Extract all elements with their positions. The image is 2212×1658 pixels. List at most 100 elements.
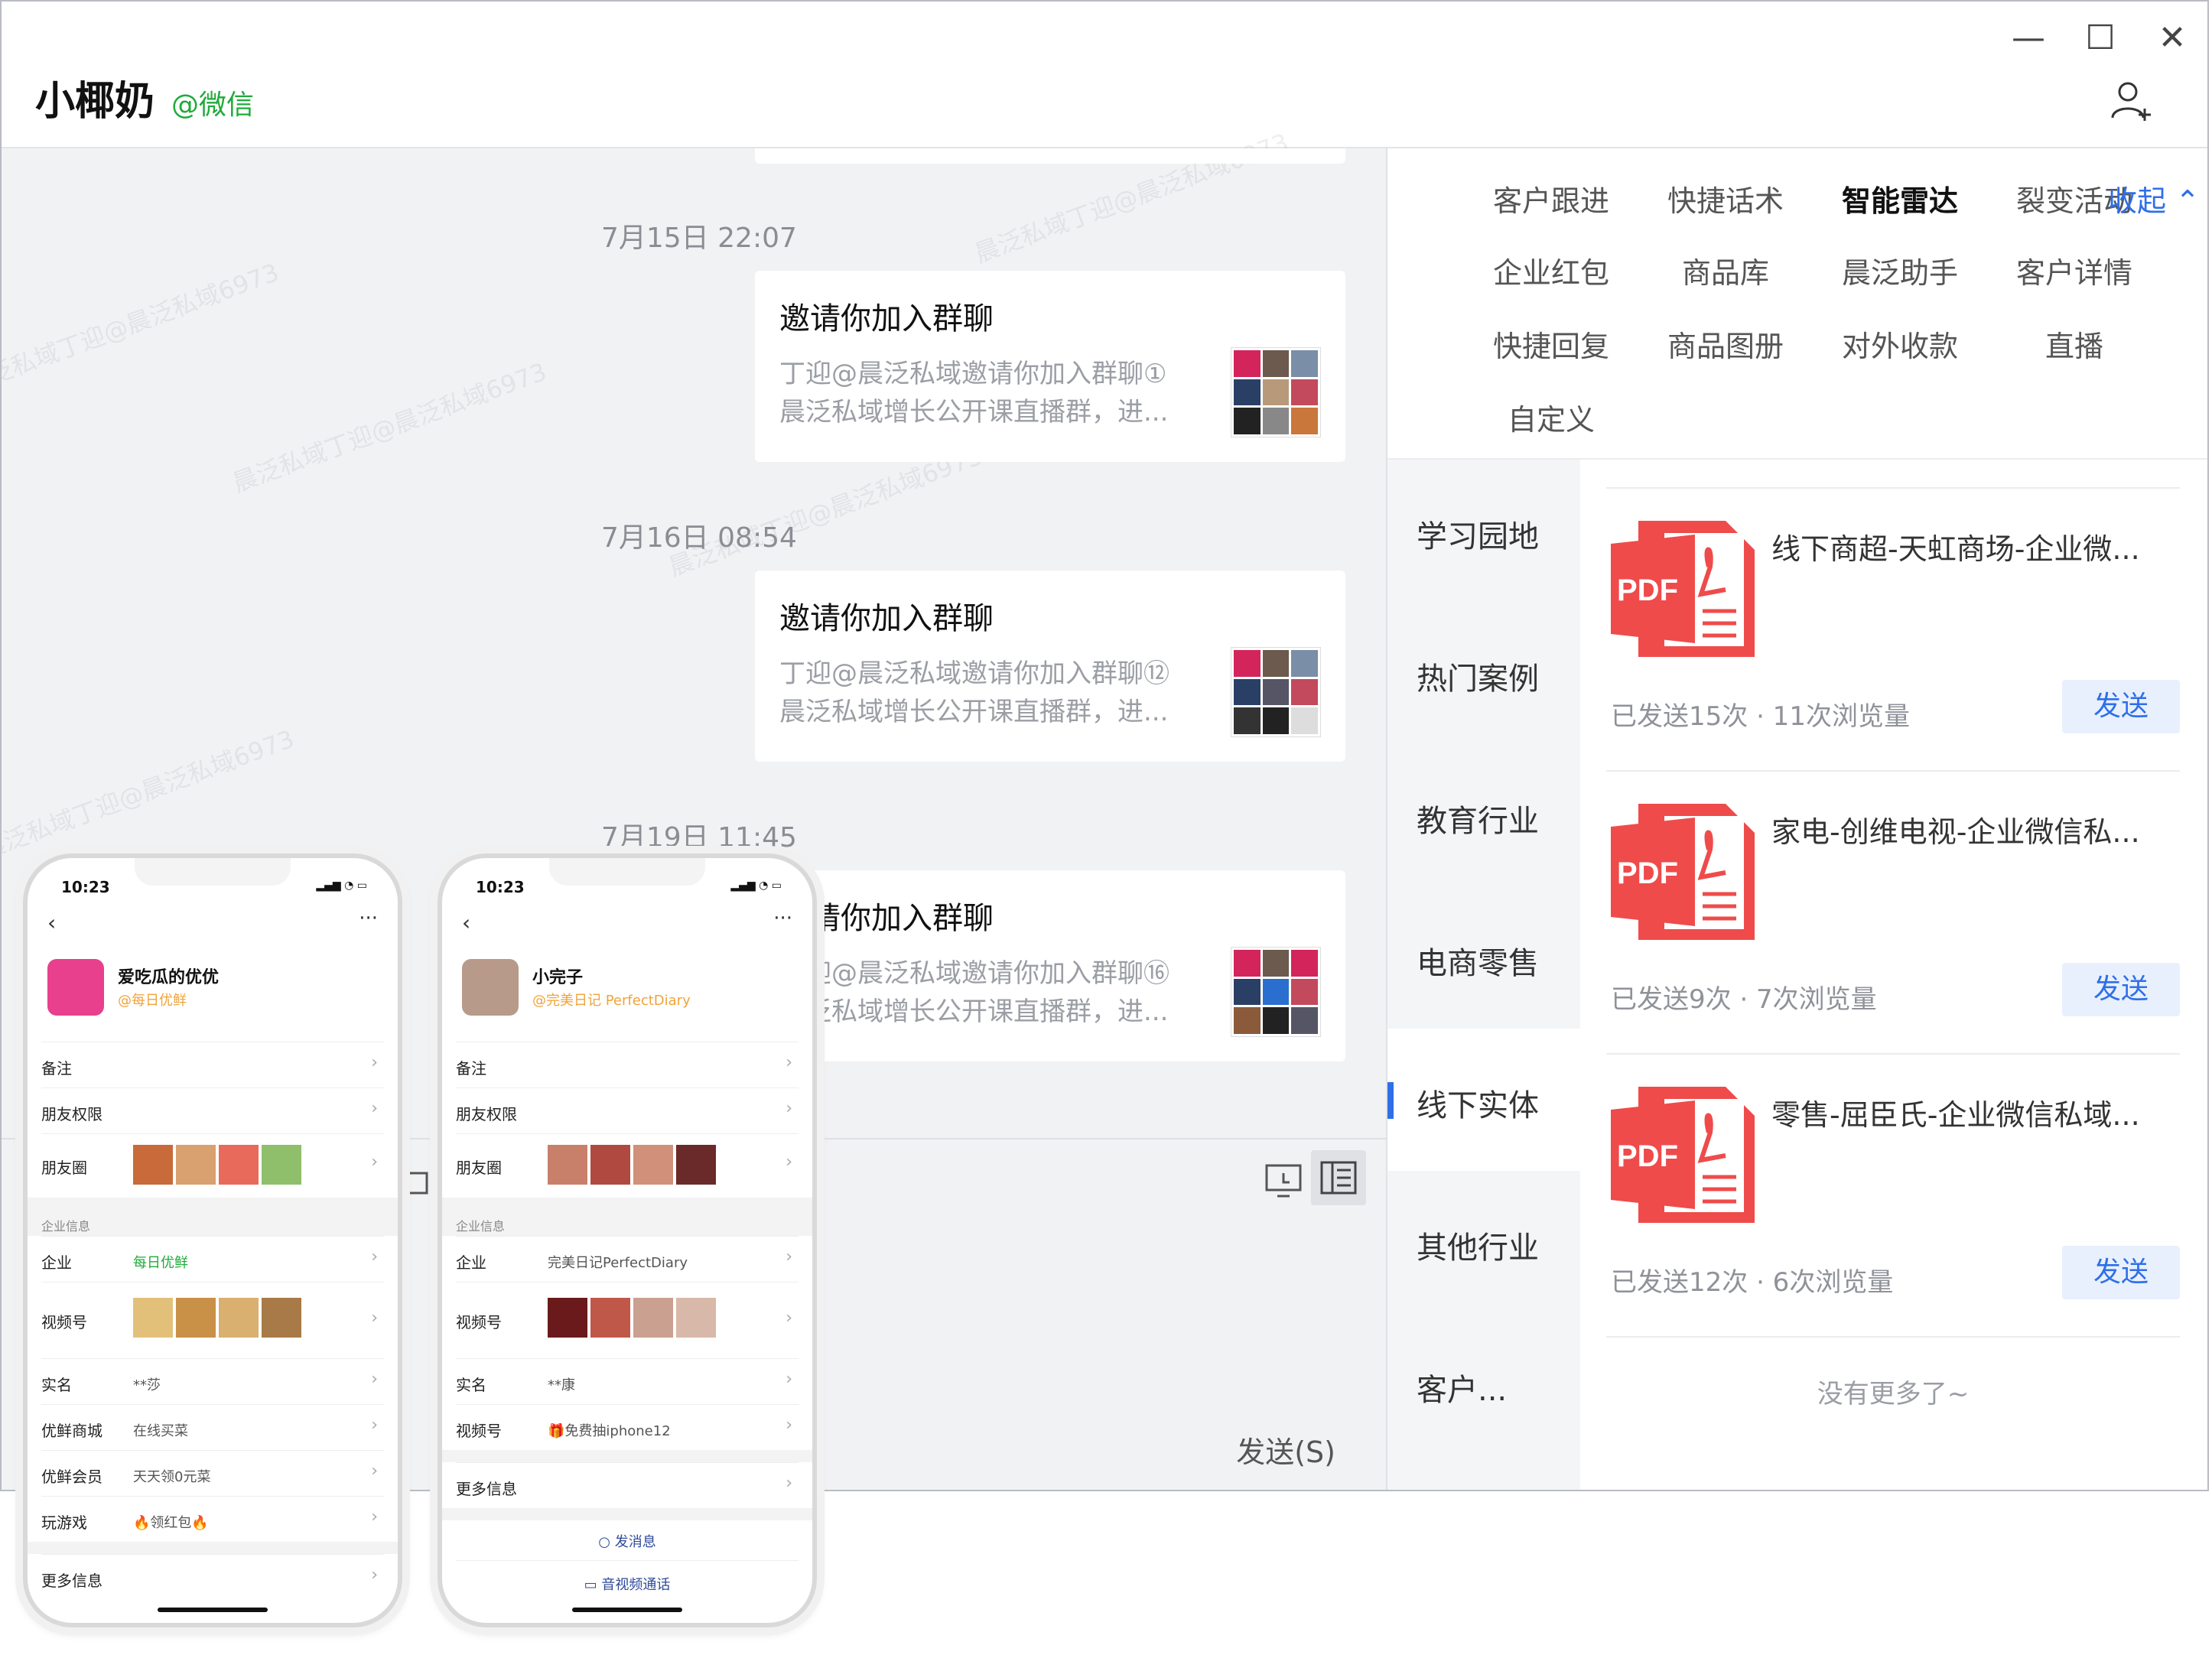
- category-item-active[interactable]: 线下实体: [1387, 1029, 1580, 1171]
- section-gap: [28, 1542, 398, 1554]
- profile-row-channels[interactable]: 视频号 ›: [41, 1282, 384, 1359]
- message-time: 7月16日 08:54: [601, 522, 797, 554]
- profile-row-moments[interactable]: 朋友圈 ›: [456, 1133, 799, 1197]
- tab-live[interactable]: 直播: [1998, 323, 2151, 365]
- send-button[interactable]: 发送(S): [1236, 1429, 1335, 1471]
- document-item[interactable]: PDF 家电-创维电视-企业微信私... 已发送9次 · 7次浏览量 发送: [1606, 770, 2180, 1055]
- video-call-button[interactable]: ▭ 音视频通话: [442, 1574, 812, 1594]
- profile-company: @每日优鲜: [118, 993, 187, 1009]
- profile-row[interactable]: 备注 ›: [456, 1042, 799, 1088]
- profile-row[interactable]: 实名 **莎 ›: [41, 1358, 384, 1405]
- watermark: 晨泛私域丁迎@晨泛私域6973: [0, 257, 283, 398]
- message-card-partial: [755, 148, 1345, 164]
- tab-red-packet[interactable]: 企业红包: [1475, 249, 1628, 291]
- row-label: 备注: [456, 1059, 486, 1078]
- group-invite-card[interactable]: 邀请你加入群聊 丁迎@晨泛私域邀请你加入群聊⑯ 晨泛私域增长公开课直播群，进..…: [755, 870, 1345, 1061]
- profile-row[interactable]: 玩游戏 🔥领红包🔥 ›: [41, 1496, 384, 1543]
- profile-row[interactable]: 朋友权限 ›: [456, 1087, 799, 1134]
- more-info-row[interactable]: 更多信息 ›: [41, 1554, 384, 1601]
- category-item[interactable]: 热门案例: [1387, 602, 1580, 744]
- chevron-right-icon: ›: [786, 1474, 792, 1493]
- row-label: 实名: [456, 1376, 486, 1394]
- home-indicator: [158, 1608, 268, 1612]
- profile-row[interactable]: 备注 ›: [41, 1042, 384, 1088]
- document-item[interactable]: PDF 线下商超-天虹商场-企业微... 已发送15次 · 11次浏览量 发送: [1606, 487, 2180, 772]
- profile-name: 爱吃瓜的优优: [118, 968, 220, 987]
- chevron-right-icon: ›: [371, 1416, 378, 1435]
- category-label: 线下实体: [1417, 1088, 1539, 1123]
- tab-customer-follow-up[interactable]: 客户跟进: [1475, 177, 1628, 219]
- send-message-button[interactable]: ○ 发消息: [442, 1531, 812, 1551]
- send-document-button[interactable]: 发送: [2062, 680, 2180, 733]
- tab-external-payment[interactable]: 对外收款: [1823, 323, 1976, 365]
- back-icon[interactable]: ‹: [462, 910, 470, 935]
- sidebar-icon: [1320, 1161, 1357, 1195]
- send-document-button[interactable]: 发送: [2062, 1246, 2180, 1299]
- channel-thumbnails: [133, 1298, 301, 1338]
- status-icons: ▂▄▆ ◔ ▭: [730, 879, 782, 892]
- row-label: 视频号: [456, 1313, 502, 1331]
- profile-row[interactable]: 优鲜会员 天天领0元菜 ›: [41, 1450, 384, 1497]
- chevron-right-icon: ›: [371, 1507, 378, 1526]
- minimize-icon[interactable]: —: [2005, 15, 2051, 61]
- back-icon[interactable]: ‹: [47, 910, 56, 935]
- list-divider: [1606, 1336, 2180, 1338]
- group-avatar-thumbnail: [1231, 647, 1321, 737]
- profile-row[interactable]: 实名 **康 ›: [456, 1358, 799, 1405]
- profile-row[interactable]: 朋友权限 ›: [41, 1087, 384, 1134]
- chevron-right-icon: ›: [786, 1099, 792, 1118]
- tab-smart-radar[interactable]: 智能雷达: [1823, 177, 1976, 219]
- more-icon[interactable]: ···: [359, 907, 378, 930]
- sidebar-toggle-button[interactable]: [1311, 1150, 1366, 1205]
- tab-quick-reply[interactable]: 快捷回复: [1475, 323, 1628, 365]
- phone-notch: [549, 858, 705, 886]
- add-contact-icon[interactable]: [2108, 78, 2154, 124]
- contact-name: 小椰奶: [35, 79, 155, 125]
- tab-quick-scripts[interactable]: 快捷话术: [1649, 177, 1802, 219]
- chevron-right-icon: ›: [371, 1053, 378, 1072]
- tab-product-album[interactable]: 商品图册: [1649, 323, 1802, 365]
- document-stats: 已发送12次 · 6次浏览量: [1611, 1267, 1894, 1298]
- row-label: 玩游戏: [41, 1513, 87, 1532]
- tab-product-library[interactable]: 商品库: [1649, 249, 1802, 291]
- divider: [456, 1560, 799, 1561]
- profile-row-channels[interactable]: 视频号 ›: [456, 1282, 799, 1359]
- close-icon[interactable]: ✕: [2149, 15, 2195, 61]
- category-item[interactable]: 教育行业: [1387, 744, 1580, 886]
- row-value: **莎: [133, 1377, 161, 1393]
- group-avatar-thumbnail: [1231, 947, 1321, 1037]
- profile-row[interactable]: 企业 完美日记PerfectDiary ›: [456, 1236, 799, 1283]
- pdf-icon: PDF: [1611, 1087, 1755, 1223]
- row-value: **康: [548, 1377, 575, 1393]
- tab-assistant[interactable]: 晨泛助手: [1823, 249, 1976, 291]
- document-item[interactable]: PDF 零售-屈臣氏-企业微信私域... 已发送12次 · 6次浏览量 发送: [1606, 1053, 2180, 1338]
- assistant-panel: 客户跟进 快捷话术 智能雷达 裂变活动 收起 ⌃ 企业红包 商品库 晨泛助手 客…: [1386, 148, 2207, 1490]
- category-item[interactable]: 学习园地: [1387, 460, 1580, 602]
- card-title: 邀请你加入群聊: [779, 301, 994, 336]
- maximize-icon[interactable]: ☐: [2077, 15, 2123, 61]
- group-invite-card[interactable]: 邀请你加入群聊 丁迎@晨泛私域邀请你加入群聊① 晨泛私域增长公开课直播群，进..…: [755, 271, 1345, 462]
- pdf-icon: PDF: [1611, 521, 1755, 657]
- chevron-right-icon: ›: [371, 1565, 378, 1585]
- category-item[interactable]: 客户...: [1387, 1313, 1580, 1455]
- screen-share-icon[interactable]: [1264, 1161, 1303, 1201]
- profile-name: 小完子: [532, 968, 584, 987]
- send-document-button[interactable]: 发送: [2062, 963, 2180, 1016]
- document-title: 零售-屈臣氏-企业微信私域...: [1771, 1098, 2140, 1132]
- category-item[interactable]: 其他行业: [1387, 1171, 1580, 1313]
- more-icon[interactable]: ···: [773, 907, 792, 930]
- profile-row[interactable]: 优鲜商城 在线买菜 ›: [41, 1404, 384, 1451]
- tab-custom[interactable]: 自定义: [1475, 396, 1628, 438]
- profile-row[interactable]: 视频号 🎁免费抽iphone12 ›: [456, 1404, 799, 1451]
- more-info-row[interactable]: 更多信息 ›: [456, 1462, 799, 1509]
- message-time: 7月19日 11:45: [601, 822, 797, 853]
- profile-row[interactable]: 企业 每日优鲜 ›: [41, 1236, 384, 1283]
- phone-mockup-2: 10:23 ▂▄▆ ◔ ▭ ‹ ··· 小完子 @完美日记 PerfectDia…: [438, 853, 817, 1627]
- collapse-button[interactable]: 收起 ⌃: [2100, 177, 2207, 219]
- tab-customer-details[interactable]: 客户详情: [1998, 249, 2151, 291]
- moments-thumbnails: [133, 1145, 301, 1185]
- category-item[interactable]: 电商零售: [1387, 886, 1580, 1029]
- pdf-label: PDF: [1617, 1139, 1678, 1173]
- profile-row-moments[interactable]: 朋友圈 ›: [41, 1133, 384, 1197]
- group-invite-card[interactable]: 邀请你加入群聊 丁迎@晨泛私域邀请你加入群聊⑫ 晨泛私域增长公开课直播群，进..…: [755, 571, 1345, 762]
